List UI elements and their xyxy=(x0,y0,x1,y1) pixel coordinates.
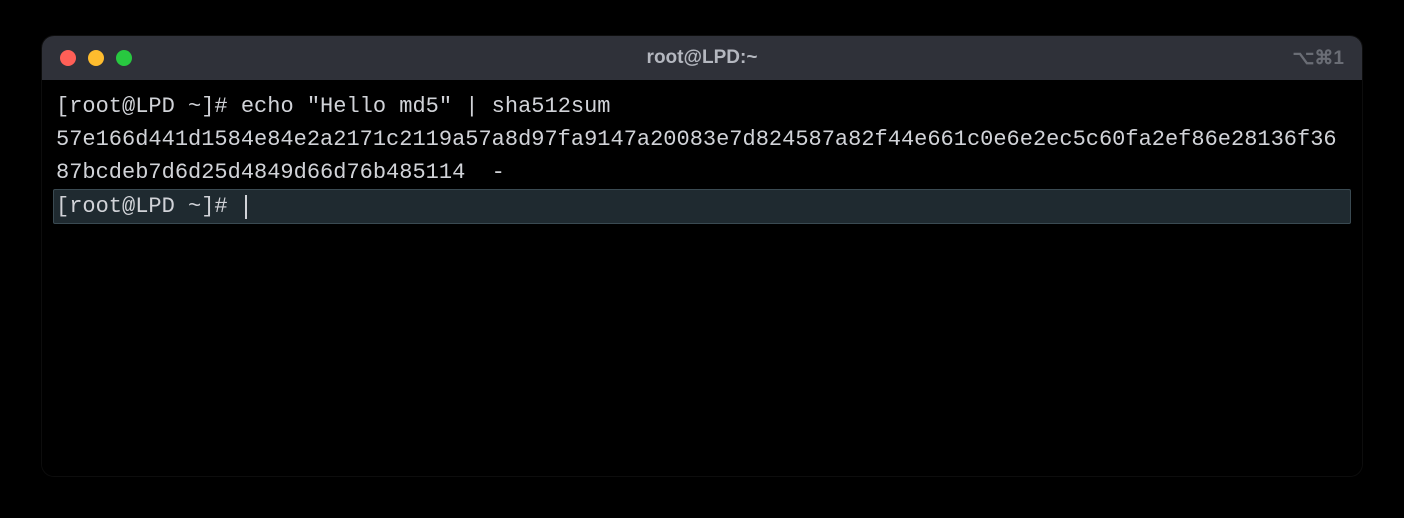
terminal-output: 57e166d441d1584e84e2a2171c2119a57a8d97fa… xyxy=(56,123,1348,189)
maximize-button[interactable] xyxy=(116,50,132,66)
shell-prompt: [root@LPD ~]# xyxy=(56,90,241,123)
shell-command: echo "Hello md5" | sha512sum xyxy=(241,90,611,123)
terminal-window: root@LPD:~ ⌥⌘1 [root@LPD ~]# echo "Hello… xyxy=(42,36,1362,476)
shell-prompt: [root@LPD ~]# xyxy=(56,190,241,223)
terminal-line: [root@LPD ~]# echo "Hello md5" | sha512s… xyxy=(56,90,1348,123)
title-bar: root@LPD:~ ⌥⌘1 xyxy=(42,36,1362,80)
active-prompt-line[interactable]: [root@LPD ~]# xyxy=(53,189,1351,224)
close-button[interactable] xyxy=(60,50,76,66)
cursor-icon xyxy=(245,195,247,219)
minimize-button[interactable] xyxy=(88,50,104,66)
window-title: root@LPD:~ xyxy=(647,47,758,69)
shortcut-indicator: ⌥⌘1 xyxy=(1293,47,1344,70)
traffic-lights xyxy=(60,50,132,66)
terminal-body[interactable]: [root@LPD ~]# echo "Hello md5" | sha512s… xyxy=(42,80,1362,476)
